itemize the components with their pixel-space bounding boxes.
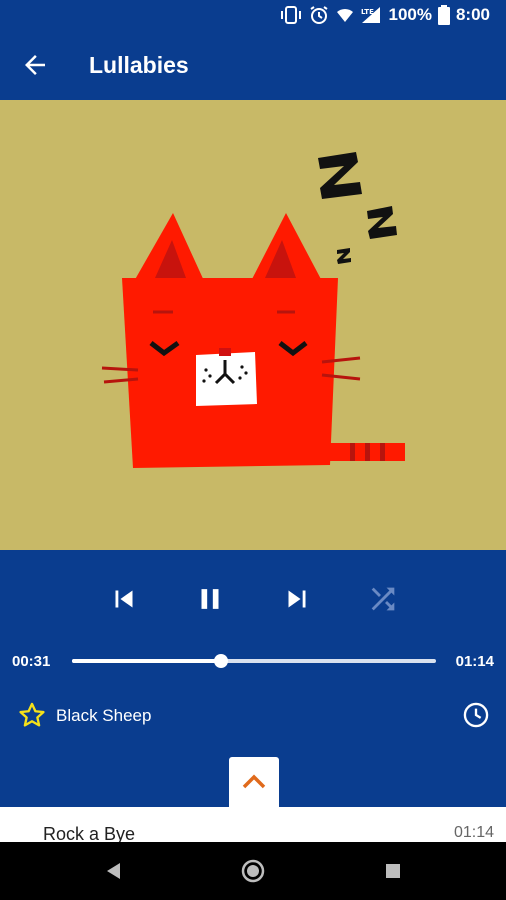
seek-thumb[interactable] [214,654,229,668]
chevron-up-icon [242,774,266,789]
arrow-back-icon [25,55,45,75]
song-title: Black Sheep [56,706,152,725]
page-title: Lullabies [89,52,189,78]
vibrate-icon [281,6,302,24]
circle-home-icon [241,859,265,883]
status-bar: LTE 100% 8:00 [0,0,506,30]
pause-icon [201,589,219,609]
triangle-back-icon [107,863,120,879]
now-playing-row: Black Sheep [0,695,506,735]
seek-bar-progress [72,659,222,663]
seek-bar[interactable] [72,654,436,668]
clock-icon [463,702,489,728]
battery-icon [437,5,450,25]
previous-button[interactable] [107,582,141,616]
list-item[interactable]: Rock a Bye 01:14 [0,807,506,842]
nav-home-button[interactable] [240,858,266,884]
expand-playlist-button[interactable] [229,757,279,807]
status-icons: LTE 100% 8:00 [280,5,490,25]
list-item-duration: 01:14 [453,824,494,841]
battery-percent: 100% [388,5,432,24]
favorite-button[interactable] [18,701,46,729]
shuffle-icon [371,587,395,611]
sleep-timer-button[interactable] [462,701,490,729]
skip-previous-icon [115,590,133,608]
wifi-icon [337,8,354,22]
square-recents-icon [386,864,400,878]
network-type: LTE [361,8,374,16]
alarm-icon [310,6,329,24]
list-item-title: Rock a Bye [43,824,136,842]
skip-next-icon [288,590,306,608]
shuffle-button[interactable] [366,582,400,616]
signal-icon: LTE [361,7,381,23]
system-nav-bar [0,842,506,900]
album-artwork [0,100,506,550]
star-outline-icon [19,702,45,727]
current-time: 00:31 [12,653,51,670]
nav-recents-button[interactable] [380,858,406,884]
back-button[interactable] [20,50,50,80]
sleeping-cat-illustration [101,152,405,468]
playlist: Rock a Bye 01:14 [0,807,506,842]
nav-back-button[interactable] [101,858,127,884]
app-bar: Lullabies [0,30,506,100]
clock: 8:00 [455,5,490,24]
playback-controls [0,550,506,645]
pause-button[interactable] [193,582,227,616]
total-duration: 01:14 [455,653,494,670]
next-button[interactable] [280,582,314,616]
